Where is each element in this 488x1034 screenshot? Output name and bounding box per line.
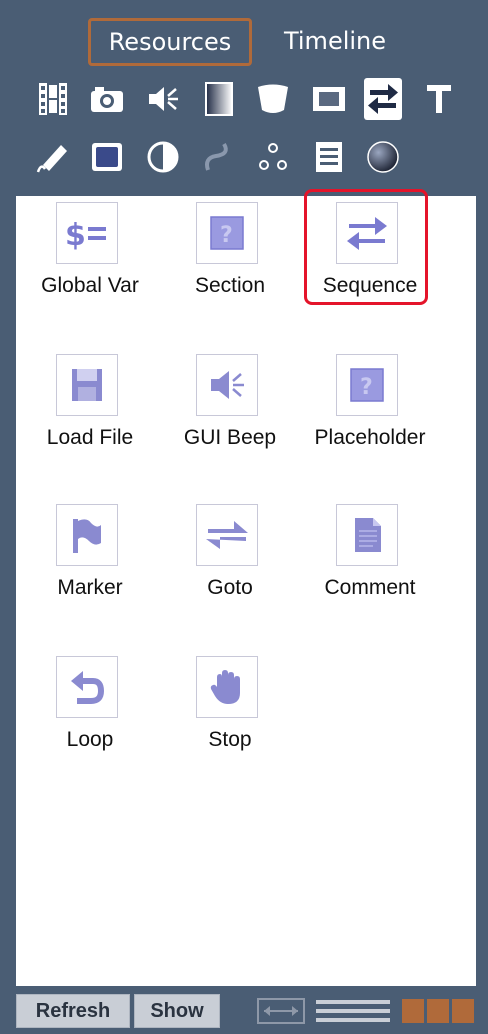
item-placeholder[interactable]: ? Placeholder xyxy=(300,348,440,478)
tab-resources[interactable]: Resources xyxy=(88,18,252,66)
fit-width-icon[interactable] xyxy=(256,996,306,1026)
global-var-icon: $ xyxy=(56,202,118,264)
item-label: Placeholder xyxy=(314,426,426,449)
pen-icon[interactable] xyxy=(34,136,72,178)
document-icon xyxy=(336,504,398,566)
item-label: GUI Beep xyxy=(183,426,277,449)
item-label: Goto xyxy=(207,576,253,599)
svg-text:?: ? xyxy=(220,223,233,248)
frame-icon[interactable] xyxy=(310,78,348,120)
floppy-icon xyxy=(56,354,118,416)
section-icon: ? xyxy=(196,202,258,264)
curve-icon[interactable] xyxy=(200,136,238,178)
svg-text:?: ? xyxy=(360,375,373,400)
item-marker[interactable]: Marker xyxy=(20,498,160,628)
rectangle-icon[interactable] xyxy=(88,136,126,178)
item-global-var[interactable]: $ Global Var xyxy=(20,196,160,326)
resource-toolbar-row-2 xyxy=(0,136,488,182)
resource-toolbar-row-1 xyxy=(0,78,488,124)
half-circle-icon[interactable] xyxy=(144,136,182,178)
svg-text:$: $ xyxy=(65,218,86,253)
show-button[interactable]: Show xyxy=(134,994,220,1028)
placeholder-icon: ? xyxy=(336,354,398,416)
tab-bar: Resources Timeline xyxy=(0,18,488,66)
item-label: Section xyxy=(194,274,266,297)
list-view-icon[interactable] xyxy=(314,996,392,1026)
bottom-bar: Refresh Show xyxy=(0,988,488,1034)
grid-view-icon[interactable] xyxy=(400,996,476,1026)
text-t-icon[interactable] xyxy=(420,78,458,120)
item-label: Stop xyxy=(208,728,252,751)
item-section[interactable]: ? Section xyxy=(160,196,300,326)
dots-icon[interactable] xyxy=(254,136,292,178)
item-stop[interactable]: Stop xyxy=(160,650,300,780)
gradient-icon[interactable] xyxy=(200,78,238,120)
hand-icon xyxy=(196,656,258,718)
item-gui-beep[interactable]: GUI Beep xyxy=(160,348,300,478)
item-label: Comment xyxy=(324,576,416,599)
item-load-file[interactable]: Load File xyxy=(20,348,160,478)
speaker-icon[interactable] xyxy=(144,78,182,120)
resources-panel: $ Global Var ? Section Sequence Load Fil… xyxy=(16,189,476,986)
loop-icon xyxy=(56,656,118,718)
sequence-highlight xyxy=(304,189,428,305)
item-comment[interactable]: Comment xyxy=(300,498,440,628)
item-label: Marker xyxy=(57,576,123,599)
beep-icon xyxy=(196,354,258,416)
list-icon[interactable] xyxy=(310,136,348,178)
refresh-button[interactable]: Refresh xyxy=(16,994,130,1028)
camera-icon[interactable] xyxy=(88,78,126,120)
tab-timeline[interactable]: Timeline xyxy=(270,18,400,64)
film-icon[interactable] xyxy=(34,78,72,120)
flag-icon xyxy=(56,504,118,566)
item-label: Load File xyxy=(46,426,134,449)
item-label: Loop xyxy=(66,728,114,751)
item-loop[interactable]: Loop xyxy=(20,650,160,780)
sequence-arrows-icon[interactable] xyxy=(364,78,402,120)
item-label: Global Var xyxy=(41,274,139,297)
shield-icon[interactable] xyxy=(254,78,292,120)
goto-icon xyxy=(196,504,258,566)
item-goto[interactable]: Goto xyxy=(160,498,300,628)
sphere-icon[interactable] xyxy=(364,136,402,178)
